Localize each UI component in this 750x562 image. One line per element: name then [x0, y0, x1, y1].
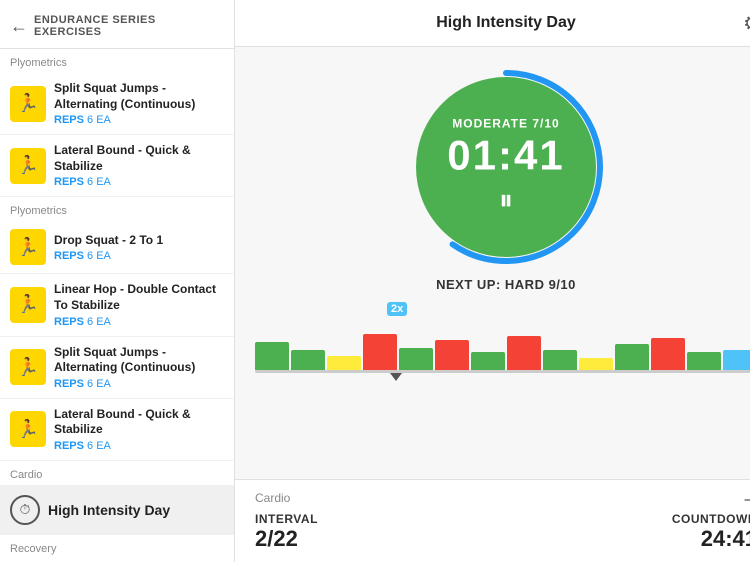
main-content: High Intensity Day ⚙ MODERATE 7/10 01:41… [235, 0, 750, 562]
exercise-item-linear-hop[interactable]: 🏃 Linear Hop - Double Contact To Stabili… [0, 274, 234, 336]
interval-stat: INTERVAL 2/22 [255, 512, 318, 552]
timer-circle[interactable]: MODERATE 7/10 01:41 ⏸ [406, 67, 606, 267]
bottom-row: INTERVAL 2/22 COUNTDOWN 24:41 [255, 512, 750, 552]
progress-bar [471, 352, 505, 370]
cardio-name: High Intensity Day [48, 502, 170, 518]
interval-value: 2/22 [255, 526, 318, 552]
exercise-item-split-squat-2[interactable]: 🏃 Split Squat Jumps - Alternating (Conti… [0, 337, 234, 399]
progress-bar [723, 350, 750, 370]
sidebar: ← ENDURANCE SERIES EXERCISES Plyometrics… [0, 0, 235, 562]
exercise-thumb: 🏃 [10, 148, 46, 184]
pause-button[interactable]: ⏸ [499, 185, 513, 218]
countdown-value: 24:41 [672, 526, 750, 552]
exercise-info: Split Squat Jumps - Alternating (Continu… [54, 81, 224, 126]
progress-bar [399, 348, 433, 370]
exercise-reps: REPS 6 EA [54, 176, 224, 188]
exercise-name: Split Squat Jumps - Alternating (Continu… [54, 81, 224, 112]
marker-2x: 2x [387, 302, 407, 316]
progress-bar [687, 352, 721, 370]
timer-area: MODERATE 7/10 01:41 ⏸ NEXT UP: HARD 9/10 [235, 47, 750, 302]
timer-intensity: MODERATE 7/10 [452, 117, 559, 131]
next-up-label: NEXT UP: HARD 9/10 [436, 277, 576, 292]
back-button[interactable]: ← [10, 16, 28, 37]
exercise-thumb: 🏃 [10, 349, 46, 385]
exercise-thumb: 🏃 [10, 229, 46, 265]
bottom-stats: Cardio ⇥ INTERVAL 2/22 COUNTDOWN 24:41 [235, 479, 750, 562]
sidebar-title: ENDURANCE SERIES EXERCISES [34, 14, 224, 38]
cardio-item-high-intensity[interactable]: ⏱ High Intensity Day [0, 485, 234, 535]
exercise-info: Drop Squat - 2 To 1 REPS 6 EA [54, 233, 224, 263]
progress-bar [435, 340, 469, 370]
countdown-stat: COUNTDOWN 24:41 [672, 512, 750, 552]
section-label-plyometrics-2: Plyometrics [0, 197, 234, 221]
progress-bar [651, 338, 685, 370]
exercise-name: Lateral Bound - Quick & Stabilize [54, 143, 224, 174]
exercise-reps: REPS 6 EA [54, 316, 224, 328]
progress-bar [291, 350, 325, 370]
main-header: High Intensity Day ⚙ [235, 0, 750, 47]
section-label-cardio: Cardio [0, 461, 234, 485]
exercise-name: Linear Hop - Double Contact To Stabilize [54, 282, 224, 313]
bars-row [255, 326, 750, 370]
progress-bar [327, 356, 361, 370]
bottom-section-label: Cardio [255, 491, 290, 505]
exercise-name: Lateral Bound - Quick & Stabilize [54, 407, 224, 438]
exercise-item-lateral-bound-1[interactable]: 🏃 Lateral Bound - Quick & Stabilize REPS… [0, 135, 234, 197]
countdown-label: COUNTDOWN [672, 512, 750, 526]
exercise-reps: REPS 6 EA [54, 250, 224, 262]
exercise-reps: REPS 6 EA [54, 440, 224, 452]
exercise-info: Lateral Bound - Quick & Stabilize REPS 6… [54, 143, 224, 188]
progress-bar [255, 342, 289, 370]
section-label-plyometrics-1: Plyometrics [0, 49, 234, 73]
exercise-thumb: 🏃 [10, 287, 46, 323]
exercise-name: Drop Squat - 2 To 1 [54, 233, 224, 249]
gear-icon[interactable]: ⚙ [743, 11, 750, 36]
exercise-reps: REPS 6 EA [54, 378, 224, 390]
bottom-top-row: Cardio ⇥ [255, 490, 750, 510]
interval-label: INTERVAL [255, 512, 318, 526]
exercise-thumb: 🏃 [10, 86, 46, 122]
exercise-info: Lateral Bound - Quick & Stabilize REPS 6… [54, 407, 224, 452]
progress-bar [507, 336, 541, 370]
progress-bar [363, 334, 397, 370]
progress-bar [543, 350, 577, 370]
main-title: High Intensity Day [436, 14, 576, 32]
progress-bar [615, 344, 649, 370]
exercise-item-split-squat-1[interactable]: 🏃 Split Squat Jumps - Alternating (Conti… [0, 73, 234, 135]
exercise-info: Linear Hop - Double Contact To Stabilize… [54, 282, 224, 327]
cardio-icon: ⏱ [10, 495, 40, 525]
exercise-item-lateral-bound-2[interactable]: 🏃 Lateral Bound - Quick & Stabilize REPS… [0, 399, 234, 461]
progress-bar [579, 358, 613, 370]
section-label-recovery: Recovery [0, 535, 234, 559]
sidebar-header: ← ENDURANCE SERIES EXERCISES [0, 0, 234, 49]
timer-time: 01:41 [447, 135, 564, 177]
arrow-icon[interactable]: ⇥ [744, 490, 750, 510]
exercise-thumb: 🏃 [10, 411, 46, 447]
exercise-name: Split Squat Jumps - Alternating (Continu… [54, 345, 224, 376]
timer-inner: MODERATE 7/10 01:41 ⏸ [447, 117, 564, 218]
exercise-info: Split Squat Jumps - Alternating (Continu… [54, 345, 224, 390]
exercise-item-drop-squat[interactable]: 🏃 Drop Squat - 2 To 1 REPS 6 EA [0, 221, 234, 274]
progress-area: 2x [235, 302, 750, 381]
exercise-reps: REPS 6 EA [54, 114, 224, 126]
